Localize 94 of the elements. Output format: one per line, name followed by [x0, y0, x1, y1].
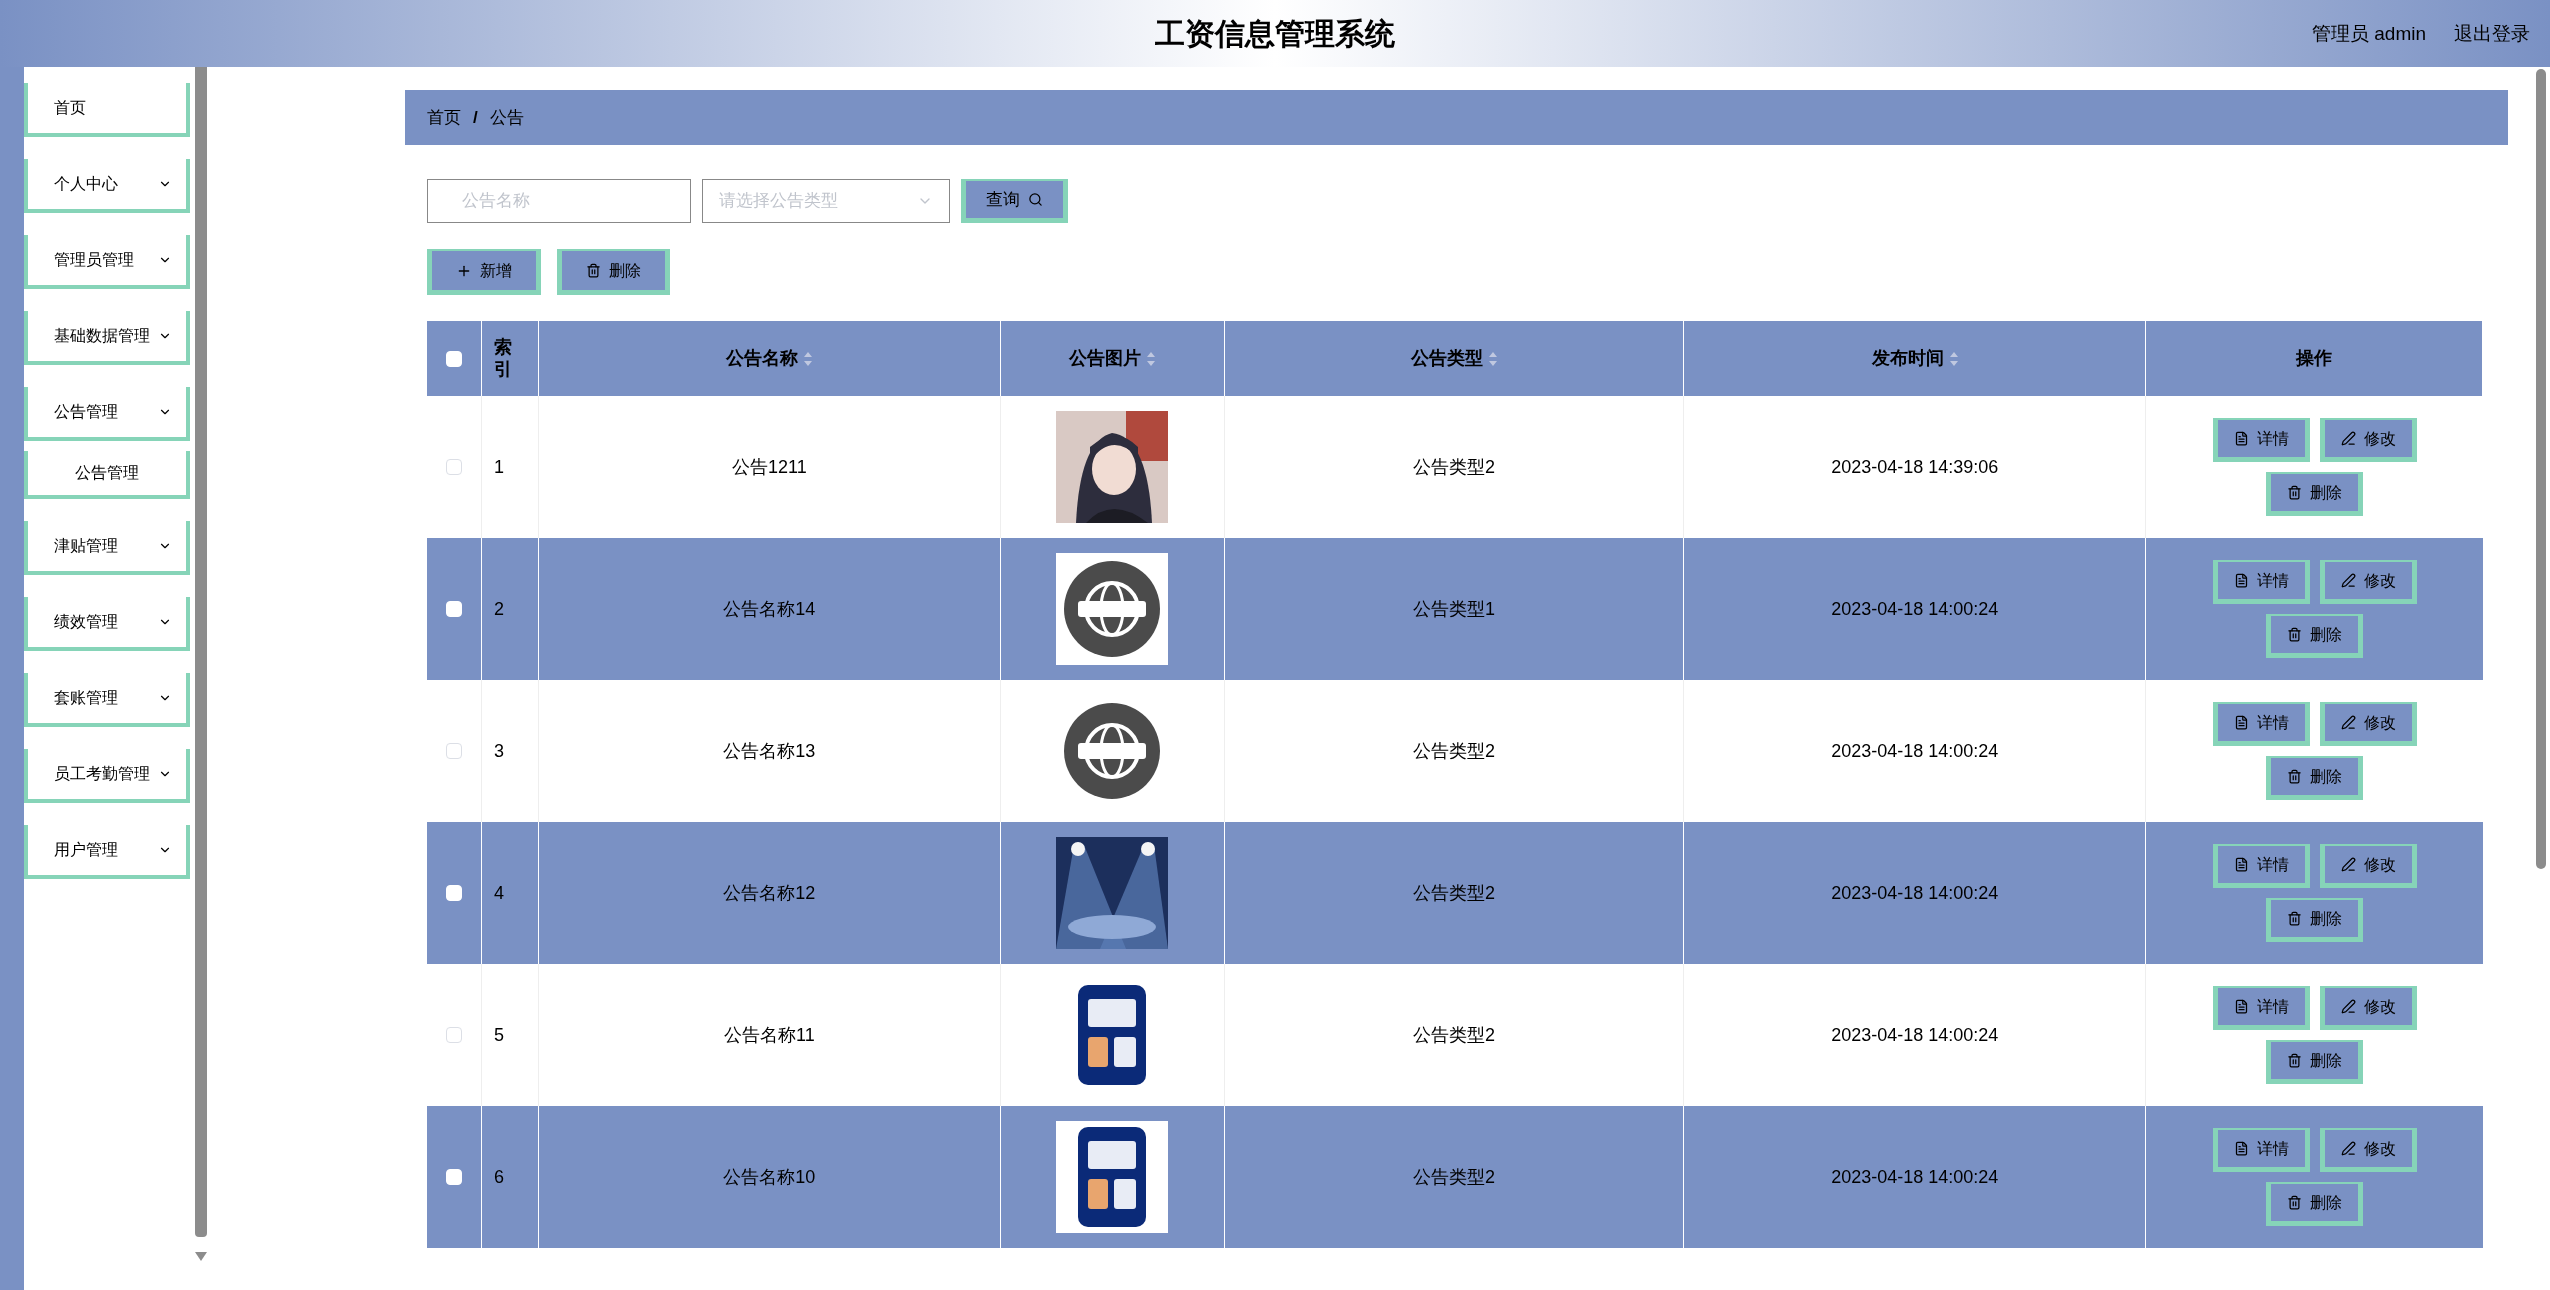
- menu-item[interactable]: 管理员管理: [24, 235, 190, 289]
- menu-item[interactable]: 绩效管理: [24, 597, 190, 651]
- detail-button[interactable]: 详情: [2212, 844, 2310, 888]
- detail-button[interactable]: 详情: [2212, 560, 2310, 604]
- table-cell-text: 2023-04-18 14:00:24: [1831, 1023, 1999, 1047]
- pen-icon: [2340, 715, 2356, 730]
- menu-item[interactable]: 套账管理: [24, 673, 190, 727]
- trash-icon: [586, 263, 601, 278]
- document-icon: [2233, 715, 2249, 730]
- search-icon: [1028, 192, 1043, 207]
- breadcrumb-item[interactable]: 首页: [427, 104, 461, 131]
- document-icon: [2233, 857, 2249, 872]
- delete-button[interactable]: 删除: [2266, 614, 2364, 658]
- table-cell-text: 公告名称10: [723, 1165, 816, 1189]
- delete-button[interactable]: 删除: [2266, 756, 2364, 800]
- detail-button[interactable]: 详情: [2212, 702, 2310, 746]
- menu-item[interactable]: 首页: [24, 83, 190, 137]
- table-cell-text: 2023-04-18 14:00:24: [1831, 1165, 1999, 1189]
- pen-icon: [2340, 999, 2356, 1014]
- table-cell-text: 公告名称13: [723, 739, 816, 763]
- sort-icon: [1147, 351, 1156, 366]
- table-cell-text: 1: [493, 455, 504, 479]
- table-cell-text: 2023-04-18 14:00:24: [1831, 881, 1999, 905]
- user-label: 管理员 admin: [2311, 22, 2426, 46]
- table-cell-text: 5: [493, 1023, 504, 1047]
- table-cell-text: 2023-04-18 14:39:06: [1831, 455, 1999, 479]
- table-cell-text: 公告类型2: [1413, 881, 1495, 905]
- table-cell-text: 2: [493, 597, 504, 621]
- menu-item[interactable]: 用户管理: [24, 825, 190, 879]
- table-cell-text: 2023-04-18 14:00:24: [1831, 597, 1999, 621]
- trash-icon: [2287, 769, 2303, 784]
- delete-button[interactable]: 删除: [2266, 1182, 2364, 1226]
- delete-button[interactable]: 删除: [2266, 898, 2364, 942]
- trash-icon: [2287, 627, 2303, 642]
- table-cell-text: 6: [493, 1165, 504, 1189]
- table-cell-text: 公告类型2: [1413, 739, 1495, 763]
- table-cell-text: 4: [493, 881, 504, 905]
- trash-icon: [2287, 1195, 2303, 1210]
- name-search-field[interactable]: 公告名称: [427, 179, 691, 223]
- pen-icon: [2340, 857, 2356, 872]
- logout-link[interactable]: 退出登录: [2454, 20, 2530, 49]
- table-cell-text: 公告类型2: [1413, 1023, 1495, 1047]
- document-icon: [2233, 573, 2249, 588]
- trash-icon: [2287, 1053, 2303, 1068]
- table-cell-text: 公告1211: [731, 455, 807, 479]
- menu-item[interactable]: 津贴管理: [24, 521, 190, 575]
- table-cell-text: 公告类型2: [1413, 455, 1495, 479]
- pen-icon: [2340, 431, 2356, 446]
- submenu-item[interactable]: 公告管理: [24, 451, 190, 499]
- edit-button[interactable]: 修改: [2319, 560, 2417, 604]
- table-cell-text: 3: [493, 739, 504, 763]
- table-cell-text: 公告名称14: [723, 597, 816, 621]
- edit-button[interactable]: 修改: [2319, 986, 2417, 1030]
- table-cell-text: 公告名称11: [724, 1023, 815, 1047]
- table-cell-text: 公告类型1: [1413, 597, 1495, 621]
- sort-icon: [1949, 351, 1958, 366]
- delete-button[interactable]: 删除: [2266, 1040, 2364, 1084]
- document-icon: [2233, 1141, 2249, 1156]
- sort-icon: [804, 351, 813, 366]
- page-scrollbar-thumb[interactable]: [2536, 69, 2546, 869]
- trash-icon: [2287, 911, 2303, 926]
- menu-item[interactable]: 公告管理: [24, 387, 190, 441]
- row-checkbox[interactable]: [446, 1027, 462, 1043]
- add-button[interactable]: 新增: [427, 249, 541, 295]
- scroll-down-icon[interactable]: [195, 1252, 207, 1262]
- breadcrumb-separator: /: [473, 106, 478, 129]
- breadcrumb-item[interactable]: 公告: [489, 104, 524, 131]
- document-icon: [2233, 431, 2249, 446]
- menu-item[interactable]: 个人中心: [24, 159, 190, 213]
- menu-item[interactable]: 员工考勤管理: [24, 749, 190, 803]
- pen-icon: [2340, 1141, 2356, 1156]
- delete-button[interactable]: 删除: [557, 249, 670, 295]
- table-cell-text: 公告名称12: [723, 881, 816, 905]
- detail-button[interactable]: 详情: [2212, 418, 2310, 462]
- row-checkbox[interactable]: [446, 743, 462, 759]
- edit-button[interactable]: 修改: [2319, 1128, 2417, 1172]
- table-cell-text: 2023-04-18 14:00:24: [1831, 739, 1999, 763]
- row-checkbox[interactable]: [446, 459, 462, 475]
- scrollbar-thumb[interactable]: [195, 67, 207, 1237]
- table-cell-text: 公告类型2: [1413, 1165, 1495, 1189]
- edit-button[interactable]: 修改: [2319, 844, 2417, 888]
- sort-icon: [1489, 351, 1497, 366]
- query-button[interactable]: 查询: [961, 179, 1068, 223]
- delete-button[interactable]: 删除: [2266, 472, 2364, 516]
- detail-button[interactable]: 详情: [2212, 986, 2310, 1030]
- pen-icon: [2340, 573, 2356, 588]
- edit-button[interactable]: 修改: [2319, 702, 2417, 746]
- detail-button[interactable]: 详情: [2212, 1128, 2310, 1172]
- document-icon: [2233, 999, 2249, 1014]
- trash-icon: [2287, 485, 2303, 500]
- app-title: 工资信息管理系统: [1155, 16, 1395, 52]
- menu-item[interactable]: 基础数据管理: [24, 311, 190, 365]
- edit-button[interactable]: 修改: [2319, 418, 2417, 462]
- select-all-checkbox[interactable]: [446, 350, 462, 367]
